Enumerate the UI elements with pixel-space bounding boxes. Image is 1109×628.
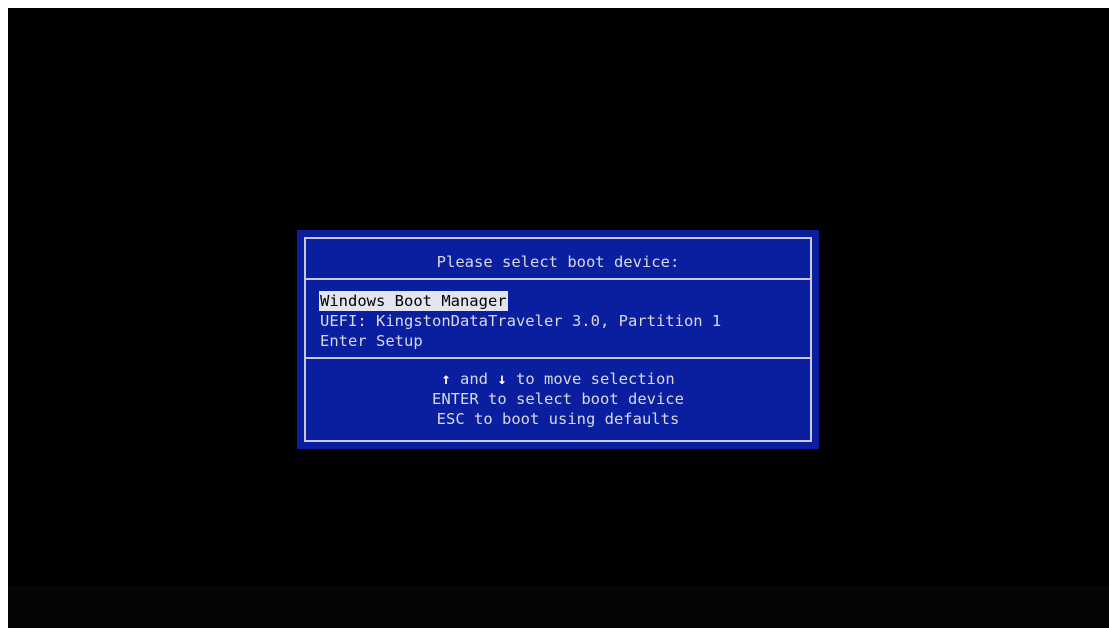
help-esc-defaults: ESC to boot using defaults — [436, 410, 680, 428]
list-separator — [306, 357, 810, 359]
boot-device-uefi-kingston[interactable]: UEFI: KingstonDataTraveler 3.0, Partitio… — [319, 311, 722, 331]
screen: Please select boot device: Windows Boot … — [8, 8, 1109, 628]
bottom-strip — [8, 586, 1109, 628]
down-arrow-icon: ↓ — [497, 370, 507, 388]
dialog-frame: Please select boot device: Windows Boot … — [304, 237, 812, 442]
help-block: ↑ and ↓ to move selection ENTER to selec… — [306, 369, 810, 429]
help-and-text: and — [450, 370, 498, 388]
boot-device-windows-boot-manager[interactable]: Windows Boot Manager — [319, 291, 508, 311]
help-move-selection: ↑ and ↓ to move selection — [306, 369, 810, 389]
dialog-title: Please select boot device: — [436, 253, 680, 271]
boot-device-enter-setup[interactable]: Enter Setup — [319, 331, 424, 351]
help-move-text: to move selection — [506, 370, 675, 388]
help-enter-select: ENTER to select boot device — [432, 390, 684, 408]
up-arrow-icon: ↑ — [441, 370, 451, 388]
boot-device-dialog: Please select boot device: Windows Boot … — [297, 230, 819, 449]
title-separator — [306, 278, 810, 280]
boot-device-list: Windows Boot Manager UEFI: KingstonDataT… — [319, 291, 722, 351]
